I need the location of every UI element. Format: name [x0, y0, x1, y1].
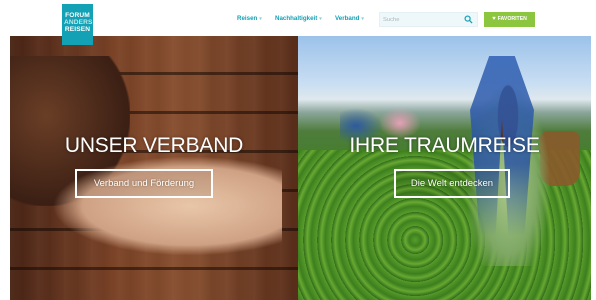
nav-item-verband[interactable]: Verband ▾: [335, 13, 364, 25]
hero-panel-verband[interactable]: UNSER VERBAND Verband und Förderung: [10, 36, 298, 300]
nav-item-nachhaltigkeit[interactable]: Nachhaltigkeit ▾: [275, 13, 322, 25]
site-header: FORUM ANDERS REISEN Reisen ▾ Nachhaltigke…: [0, 0, 596, 45]
hero-panel-traumreise[interactable]: IHRE TRAUMREISE Die Welt entdecken: [298, 36, 591, 300]
logo-line-3: REISEN: [64, 26, 91, 33]
heart-icon: ♥: [492, 16, 496, 22]
welt-entdecken-button[interactable]: Die Welt entdecken: [394, 169, 510, 198]
chevron-down-icon: ▾: [319, 16, 322, 22]
forum-anders-reisen-logo[interactable]: FORUM ANDERS REISEN: [62, 4, 93, 45]
nav-item-reisen[interactable]: Reisen ▾: [237, 13, 262, 25]
panel-title-verband: UNSER VERBAND: [64, 134, 244, 157]
logo-line-2: ANDERS: [64, 19, 93, 26]
search-input[interactable]: [383, 14, 463, 25]
chevron-down-icon: ▾: [259, 16, 262, 22]
search-icon[interactable]: [464, 15, 473, 24]
nav-item-reisen-label: Reisen: [237, 15, 258, 22]
logo-line-1: FORUM: [65, 12, 90, 19]
search-box: [379, 12, 478, 27]
favorites-label: FAVORITEN: [497, 16, 527, 22]
panel-title-traumreise: IHRE TRAUMREISE: [349, 134, 540, 157]
verband-foerderung-button[interactable]: Verband und Förderung: [75, 169, 213, 198]
nav-item-nachhaltigkeit-label: Nachhaltigkeit: [275, 15, 318, 22]
chevron-down-icon: ▾: [361, 16, 364, 22]
favorites-button[interactable]: ♥ FAVORITEN: [484, 12, 535, 27]
nav-item-verband-label: Verband: [335, 15, 360, 22]
